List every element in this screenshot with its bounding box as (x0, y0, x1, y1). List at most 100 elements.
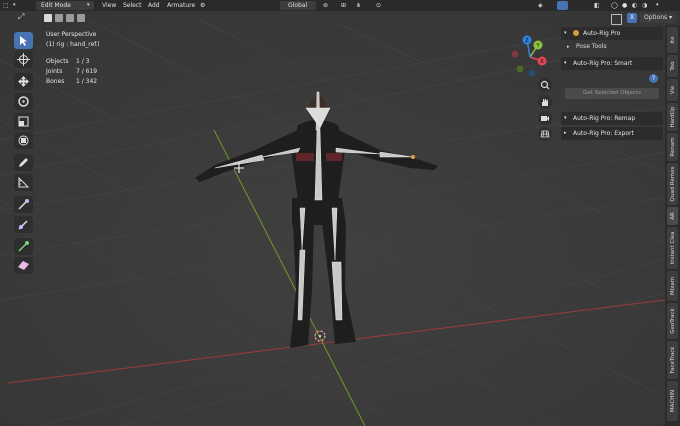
chevron-right-icon: ▸ (564, 130, 567, 136)
active-object-label: (1) rig : hand_ref.l (46, 41, 100, 48)
proportional-icon[interactable]: ⊙ (376, 0, 381, 11)
left-toolbar (0, 24, 38, 280)
snap-icon[interactable]: ⊞ (341, 0, 346, 11)
chevron-down-icon: ▾ (87, 2, 90, 8)
options-dropdown[interactable]: Options ▾ (640, 13, 676, 23)
options-label: Options (644, 14, 668, 21)
panel-export-title: Auto-Rig Pro: Export (573, 130, 634, 137)
editor-type-icon[interactable]: ⬚ (3, 0, 9, 11)
tool-extrude[interactable] (14, 196, 33, 213)
panel-auto-rig-pro[interactable]: ▾ Auto-Rig Pro (561, 27, 663, 40)
scale-icon (18, 116, 29, 127)
tool-annotate[interactable] (14, 154, 33, 171)
chevron-down-icon: ▾ (656, 2, 659, 8)
3d-cursor-icon (314, 330, 326, 342)
perspective-toggle-button[interactable] (538, 127, 552, 141)
subpanel-pose-tools-label: Pose Tools (576, 43, 607, 50)
extrude-icon (18, 199, 29, 210)
shading-material-icon[interactable]: ◐ (632, 0, 637, 11)
tab-hardops[interactable]: HardOp (667, 103, 678, 131)
menu-add[interactable]: Add (148, 0, 160, 11)
tool-settings-bar: ⤢ X Options ▾ (0, 11, 680, 25)
gizmo-z-label: Z (525, 38, 529, 44)
stat-joints-label: Joints (46, 68, 63, 75)
tool-move[interactable] (14, 73, 33, 90)
chevron-right-icon: ▸ (567, 44, 570, 50)
bone-roll-icon (18, 220, 28, 230)
select-mode-subtract-icon[interactable] (66, 14, 74, 22)
magnet-icon[interactable]: ⋔ (356, 0, 361, 11)
cursor-arrow-icon (20, 36, 27, 46)
menu-view[interactable]: View (102, 0, 116, 11)
panel-smart-title: Auto-Rig Pro: Smart (573, 60, 633, 67)
select-mode-new-icon[interactable] (44, 14, 52, 22)
get-selected-objects-button[interactable]: Get Selected Objects (565, 88, 659, 99)
select-mode-extend-icon[interactable] (55, 14, 63, 22)
navigation-gizmo[interactable]: X Y Z (506, 33, 554, 81)
tool-rotate[interactable] (14, 93, 33, 110)
panel-smart[interactable]: ▾ Auto-Rig Pro: Smart (561, 57, 663, 70)
menu-select[interactable]: Select (123, 0, 142, 11)
tab-geotrack[interactable]: GeoTrack (667, 303, 678, 339)
cursor-icon[interactable]: ⤢ (18, 12, 24, 22)
close-button[interactable]: X (627, 13, 637, 23)
tab-rename[interactable]: Renam (667, 133, 678, 161)
tool-select[interactable] (14, 32, 33, 49)
viewport-header: ⬚ ▾ Edit Mode ▾ View Select Add Armature… (0, 0, 680, 11)
tool-cursor[interactable] (14, 51, 33, 68)
shading-render-icon[interactable]: ◑ (642, 0, 647, 11)
envelope-icon (18, 261, 29, 270)
chevron-down-icon: ▾ (13, 2, 16, 8)
pan-button[interactable] (538, 95, 552, 109)
move-icon (18, 76, 29, 87)
tool-roll[interactable] (14, 216, 33, 233)
hand-icon (542, 99, 548, 106)
panel-remap[interactable]: ▾ Auto-Rig Pro: Remap (561, 112, 663, 125)
tab-instant-clean[interactable]: Instant Clea (667, 227, 678, 269)
shading-solid-icon[interactable]: ● (622, 0, 627, 11)
tool-measure[interactable] (14, 174, 33, 191)
tab-item[interactable]: Ite (667, 27, 678, 53)
panel-export[interactable]: ▸ Auto-Rig Pro: Export (561, 127, 663, 140)
tab-quad-remesh[interactable]: Quad Remes (667, 163, 678, 205)
3d-cursor-tool-icon (17, 53, 30, 66)
shading-wire-icon[interactable]: ◯ (611, 0, 618, 11)
zoom-button[interactable] (538, 78, 552, 92)
stat-bones-label: Bones (46, 78, 65, 85)
chevron-down-icon: ▾ (564, 115, 567, 121)
stat-joints-value: 7 / 619 (76, 68, 98, 75)
bone-size-icon (18, 241, 29, 252)
select-mode-invert-icon[interactable] (77, 14, 85, 22)
stat-bones-value: 1 / 342 (76, 78, 98, 85)
tab-machin[interactable]: MACHIN (667, 381, 678, 421)
help-button[interactable]: ? (649, 74, 658, 83)
tool-transform[interactable] (14, 132, 33, 149)
tool-envelope[interactable] (14, 257, 33, 274)
gear-icon[interactable]: ⚙ (200, 0, 205, 11)
stat-objects-label: Objects (46, 58, 69, 65)
tab-facetrack[interactable]: FaceTrack (667, 341, 678, 379)
tool-bone-size[interactable] (14, 238, 33, 255)
camera-icon (541, 116, 549, 121)
tab-ar[interactable]: AR (667, 207, 678, 225)
tab-tool[interactable]: Too (667, 55, 678, 77)
subpanel-pose-tools[interactable]: ▸ Pose Tools (561, 41, 663, 53)
chevron-down-icon: ▾ (564, 60, 567, 66)
sidebar-panel: ▾ Auto-Rig Pro ▸ Pose Tools ▾ Auto-Rig P… (561, 25, 663, 145)
menu-armature[interactable]: Armature (167, 0, 195, 11)
pencil-icon (19, 158, 28, 167)
orientation-label: Global (288, 2, 308, 9)
xray-icon[interactable]: ◧ (594, 0, 600, 11)
visibility-icon[interactable]: ◈ (538, 0, 543, 11)
gizmo-toggle[interactable] (557, 1, 568, 10)
sidebar-toggle-icon[interactable] (611, 14, 622, 25)
perspective-label: User Perspective (46, 31, 97, 38)
tool-scale[interactable] (14, 113, 33, 130)
tab-mixamo[interactable]: Mixam (667, 271, 678, 301)
camera-view-button[interactable] (538, 111, 552, 125)
panel-auto-rig-pro-title: Auto-Rig Pro (583, 30, 621, 37)
tab-view[interactable]: Vie (667, 79, 678, 101)
pivot-icon[interactable]: ⊚ (323, 0, 328, 11)
rotate-icon (18, 96, 29, 107)
transform-icon (18, 135, 29, 146)
